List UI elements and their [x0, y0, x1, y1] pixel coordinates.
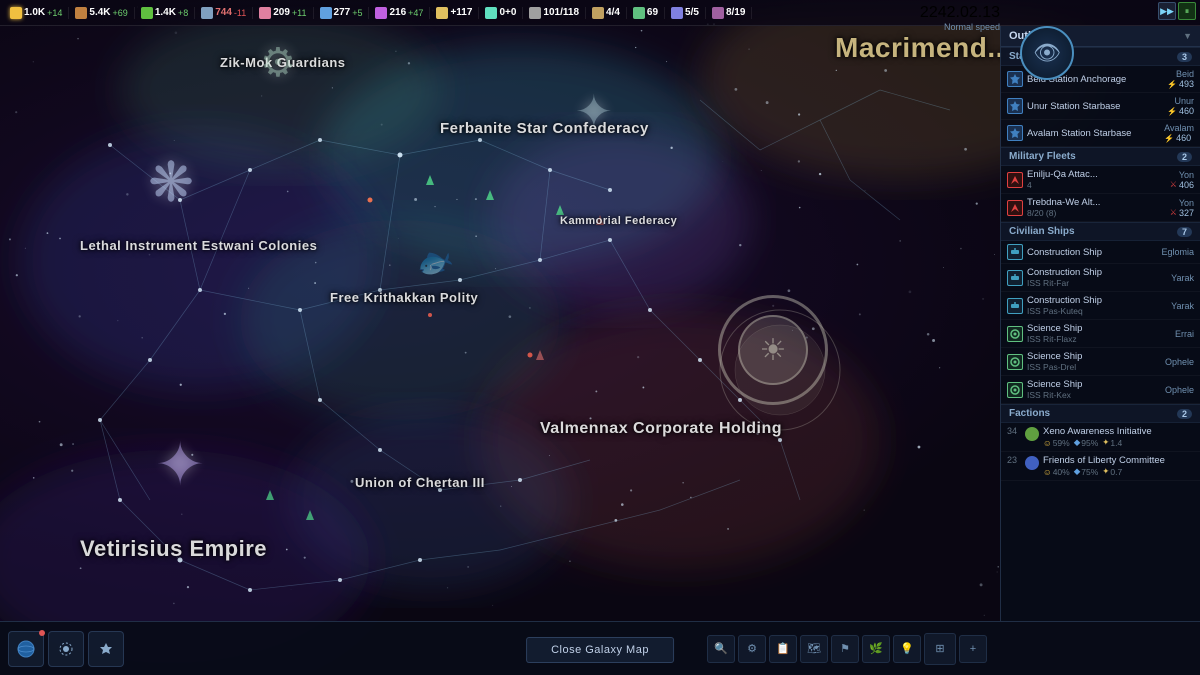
map-filter-btn-4[interactable]: 🗺 [800, 635, 828, 663]
zoom-in-btn[interactable]: + [959, 635, 987, 663]
resource-minerals[interactable]: 5.4K +69 [69, 7, 134, 19]
map-filter-btn-7[interactable]: 💡 [893, 635, 921, 663]
speed-controls: ▶▶ ⏸ [1158, 2, 1196, 20]
construction-ship-icon-1 [1007, 244, 1023, 260]
outliner-section-civilian[interactable]: Civilian Ships 7 [1001, 222, 1200, 241]
starbase-item-unur[interactable]: Unur Station Starbase Unur ⚡ 460 [1001, 93, 1200, 120]
outliner-panel: Outliner ▼ Starbases 3 Beid Station Anch… [1000, 26, 1200, 621]
map-filter-btn-6[interactable]: 🌿 [862, 635, 890, 663]
resource-housing[interactable]: 101/118 [523, 7, 586, 19]
civilian-ship-4[interactable]: Science Ship ISS Rit-Flaxz Errai [1001, 320, 1200, 348]
faction-item-liberty[interactable]: 23 Friends of Liberty Committee ☺ 40% ◆ … [1001, 452, 1200, 481]
fleet-icon-1 [1007, 172, 1023, 188]
top-bar: 1.0K +14 5.4K +69 1.4K +8 744 -11 209 +1… [0, 0, 1200, 26]
outliner-section-military[interactable]: Military Fleets 2 [1001, 147, 1200, 166]
faction-xeno-icon [1025, 427, 1039, 441]
map-filter-btn-1[interactable]: 🔍 [707, 635, 735, 663]
empire-portrait[interactable]: 👁 [1020, 26, 1074, 80]
gear-btn-2[interactable] [88, 631, 124, 667]
speed-fast-btn[interactable]: ▶▶ [1158, 2, 1176, 20]
outliner-section-factions[interactable]: Factions 2 [1001, 404, 1200, 423]
resource-energy[interactable]: 1.0K +14 [4, 7, 69, 19]
resource-amenities[interactable]: 0+0 [479, 7, 523, 19]
bottom-left-icons [0, 631, 132, 667]
faction-logo-valmennax: ☀ [718, 295, 828, 405]
resource-unity[interactable]: 216 +47 [369, 7, 430, 19]
construction-ship-icon-2 [1007, 270, 1023, 286]
map-filter-btn-5[interactable]: ⚑ [831, 635, 859, 663]
military-fleet-item-1[interactable]: Enilju-Qa Attac... 4 Yon ⚔ 406 [1001, 166, 1200, 194]
fleet-icon-2 [1007, 200, 1023, 216]
close-galaxy-button[interactable]: Close Galaxy Map [526, 637, 674, 663]
resource-alloys[interactable]: 744 -11 [195, 7, 253, 19]
faction-liberty-icon [1025, 456, 1039, 470]
construction-ship-icon-3 [1007, 298, 1023, 314]
faction-item-xeno[interactable]: 34 Xeno Awareness Initiative ☺ 59% ◆ 95%… [1001, 423, 1200, 452]
resource-food[interactable]: 1.4K +8 [135, 7, 195, 19]
map-filter-btn-2[interactable]: ⚙ [738, 635, 766, 663]
bottom-bar: Close Galaxy Map 🔍 ⚙ 📋 🗺 ⚑ 🌿 💡 ⊞ + [0, 621, 1200, 675]
expand-btn[interactable]: ⊞ [924, 633, 956, 665]
starbase-icon [1007, 71, 1023, 87]
bottom-right-icons: 🔍 ⚙ 📋 🗺 ⚑ 🌿 💡 ⊞ + [699, 633, 995, 665]
resource-influence[interactable]: +117 [430, 7, 479, 19]
starbase-icon-2 [1007, 98, 1023, 114]
resource-research[interactable]: 277 +5 [314, 7, 370, 19]
science-ship-icon-2 [1007, 354, 1023, 370]
civilian-ship-3[interactable]: Construction Ship ISS Pas-Kuteq Yarak [1001, 292, 1200, 320]
resource-fleet[interactable]: 5/5 [665, 7, 706, 19]
civilian-ship-5[interactable]: Science Ship ISS Pas-Drel Ophele [1001, 348, 1200, 376]
planet-icon-btn[interactable] [8, 631, 44, 667]
speed-pause-btn[interactable]: ⏸ [1178, 2, 1196, 20]
starbase-icon-3 [1007, 125, 1023, 141]
civilian-ship-1[interactable]: Construction Ship Eglomia [1001, 241, 1200, 264]
resource-consumer-goods[interactable]: 209 +11 [253, 7, 313, 19]
resource-naval[interactable]: 8/19 [706, 7, 752, 19]
science-ship-icon-3 [1007, 382, 1023, 398]
gear-btn-1[interactable] [48, 631, 84, 667]
military-fleet-item-2[interactable]: Trebdna-We Alt... 8/20 (8) Yon ⚔ 327 [1001, 194, 1200, 222]
notification-dot-1 [39, 630, 45, 636]
resource-stability[interactable]: 69 [627, 7, 665, 19]
map-filter-btn-3[interactable]: 📋 [769, 635, 797, 663]
science-ship-icon-1 [1007, 326, 1023, 342]
starbase-item-avalam[interactable]: Avalam Station Starbase Avalam ⚡ 460 [1001, 120, 1200, 147]
civilian-ship-2[interactable]: Construction Ship ISS Rit-Far Yarak [1001, 264, 1200, 292]
galactic-date: 2242.02.13 Normal speed [920, 4, 1000, 32]
resource-pop[interactable]: 4/4 [586, 7, 627, 19]
civilian-ship-6[interactable]: Science Ship ISS Rit-Kex Ophele [1001, 376, 1200, 404]
